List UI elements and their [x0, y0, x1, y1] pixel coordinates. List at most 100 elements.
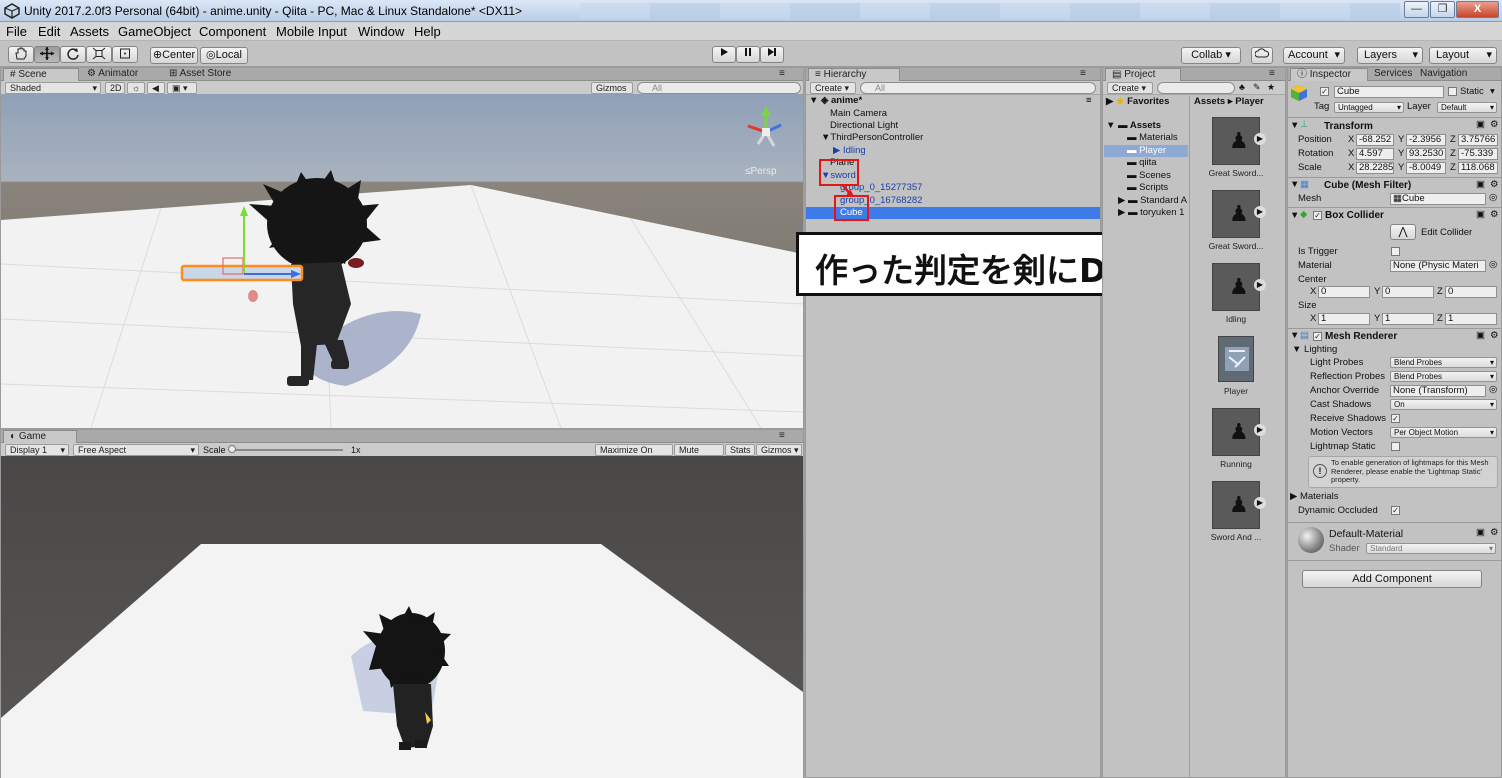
object-name-input[interactable]: Cube [1334, 86, 1444, 98]
asset-thumb-player-prefab[interactable] [1218, 336, 1254, 382]
scale-x-input[interactable]: 28.2285 [1356, 162, 1394, 174]
cast-shadows-dropdown[interactable]: On ▾ [1390, 399, 1497, 410]
effects-dropdown[interactable]: ▣ ▾ [167, 82, 197, 94]
component-gear-icon[interactable]: ⚙ [1490, 527, 1499, 539]
menu-edit[interactable]: Edit [38, 24, 60, 39]
is-trigger-checkbox[interactable] [1391, 247, 1400, 256]
play-preview-icon[interactable]: ▶ [1254, 424, 1266, 436]
center-x-input[interactable]: 0 [1318, 286, 1370, 298]
menu-help[interactable]: Help [414, 24, 441, 39]
position-z-input[interactable]: 3.75766 [1458, 134, 1498, 146]
project-search-input[interactable] [1157, 82, 1235, 94]
play-preview-icon[interactable]: ▶ [1254, 279, 1266, 291]
play-preview-icon[interactable]: ▶ [1254, 206, 1266, 218]
minimize-button[interactable]: — [1404, 1, 1429, 18]
edit-collider-button[interactable]: ⋀ [1390, 224, 1416, 240]
scale-tool-button[interactable] [86, 46, 112, 63]
help-book-icon[interactable]: ▣ [1476, 209, 1485, 221]
rotate-tool-button[interactable] [60, 46, 86, 63]
mesh-renderer-foldout[interactable]: ▼ [1290, 330, 1299, 342]
shading-mode-dropdown[interactable]: Shaded ▾ [5, 82, 101, 94]
menu-window[interactable]: Window [358, 24, 404, 39]
menu-component[interactable]: Component [199, 24, 266, 39]
hierarchy-create-dropdown[interactable]: Create ▾ [810, 82, 856, 94]
project-folder-player-selected[interactable]: ▬ Player [1104, 145, 1188, 157]
tab-inspector[interactable]: ⓘ Inspector [1290, 68, 1368, 81]
tab-animator[interactable]: ⚙ Animator [81, 68, 144, 81]
hierarchy-row-directional-light[interactable]: Directional Light [830, 120, 898, 132]
tab-project[interactable]: ▤ Project [1105, 68, 1181, 81]
position-x-input[interactable]: -68.252 [1356, 134, 1394, 146]
account-dropdown[interactable]: Account ▾ [1283, 47, 1345, 64]
game-viewport[interactable] [1, 456, 803, 778]
scene-viewport[interactable]: ≤Persp [1, 94, 803, 428]
hierarchy-row-menu-icon[interactable]: ≡ [1086, 95, 1092, 107]
project-folder-toryuken[interactable]: ▶ ▬ toryuken 1 [1118, 207, 1184, 219]
size-y-input[interactable]: 1 [1382, 313, 1434, 325]
help-book-icon[interactable]: ▣ [1476, 330, 1485, 342]
collab-button[interactable]: Collab ▾ [1181, 47, 1241, 64]
tag-dropdown[interactable]: Untagged ▾ [1334, 102, 1404, 113]
anchor-override-field[interactable]: None (Transform) [1390, 385, 1486, 397]
stats-toggle[interactable]: Stats [725, 444, 755, 456]
rotation-y-input[interactable]: 93.2530 [1406, 148, 1446, 160]
position-y-input[interactable]: -2.3956 [1406, 134, 1446, 146]
object-picker-icon[interactable]: ◎ [1489, 259, 1497, 271]
asset-thumb-great-sword-1[interactable]: ♟ [1212, 117, 1260, 165]
hierarchy-row-main-camera[interactable]: Main Camera [830, 108, 887, 120]
static-checkbox[interactable] [1448, 87, 1457, 96]
help-book-icon[interactable]: ▣ [1476, 527, 1485, 539]
hierarchy-search-input[interactable]: All [860, 82, 1096, 94]
step-button[interactable] [760, 46, 784, 63]
filter-label-icon[interactable]: ✎ [1253, 82, 1261, 93]
close-button[interactable]: X [1456, 1, 1499, 18]
pause-button[interactable] [736, 46, 760, 63]
tab-navigation[interactable]: Navigation [1414, 68, 1473, 81]
tab-game[interactable]: ◐ Game [3, 430, 77, 443]
project-favorites[interactable]: ▶ ★ Favorites [1106, 96, 1169, 108]
project-folder-materials[interactable]: ▬ Materials [1127, 132, 1178, 144]
receive-shadows-checkbox[interactable]: ✓ [1391, 414, 1400, 423]
pivot-center-toggle[interactable]: ⊕Center [150, 47, 198, 64]
dropdown-arrow-icon[interactable]: ▾ [1490, 86, 1495, 98]
lighting-foldout[interactable]: ▼ Lighting [1292, 344, 1337, 356]
maximize-button[interactable]: ❐ [1430, 1, 1455, 18]
lighting-toggle[interactable]: ☼ [127, 82, 145, 94]
project-folder-standard-assets[interactable]: ▶ ▬ Standard A [1118, 195, 1187, 207]
hand-tool-button[interactable] [8, 46, 34, 63]
tab-hierarchy[interactable]: ≡ Hierarchy [808, 68, 900, 81]
help-book-icon[interactable]: ▣ [1476, 119, 1485, 131]
scene-gizmos-dropdown[interactable]: Gizmos ▾ [591, 82, 633, 104]
layers-dropdown[interactable]: Layers ▾ [1357, 47, 1423, 64]
scale-y-input[interactable]: -8.0049 [1406, 162, 1446, 174]
panel-menu-icon[interactable]: ≡ [773, 68, 791, 81]
filter-type-icon[interactable]: ♣ [1239, 82, 1245, 92]
component-gear-icon[interactable]: ⚙ [1490, 330, 1499, 342]
project-folder-scenes[interactable]: ▬ Scenes [1127, 170, 1171, 182]
mute-audio-toggle[interactable]: Mute Audio [674, 444, 724, 466]
asset-thumb-great-sword-2[interactable]: ♟ [1212, 190, 1260, 238]
audio-toggle[interactable]: ◀ [147, 82, 165, 94]
scene-search-input[interactable]: All [637, 82, 801, 94]
menu-gameobject[interactable]: GameObject [118, 24, 191, 39]
play-button[interactable] [712, 46, 736, 63]
aspect-dropdown[interactable]: Free Aspect ▾ [73, 444, 199, 456]
scale-slider-thumb[interactable] [228, 445, 236, 453]
object-picker-icon[interactable]: ◎ [1489, 384, 1497, 396]
game-gizmos-dropdown[interactable]: Gizmos ▾ [756, 444, 802, 456]
project-assets-root[interactable]: ▼ ▬ Assets [1106, 120, 1161, 132]
2d-toggle[interactable]: 2D [105, 82, 125, 94]
box-collider-foldout[interactable]: ▼ [1290, 210, 1299, 222]
move-tool-button[interactable] [34, 46, 60, 63]
scale-z-input[interactable]: 118.068 [1458, 162, 1498, 174]
component-gear-icon[interactable]: ⚙ [1490, 179, 1499, 191]
rotation-z-input[interactable]: -75.339 [1458, 148, 1498, 160]
play-preview-icon[interactable]: ▶ [1254, 133, 1266, 145]
component-gear-icon[interactable]: ⚙ [1490, 119, 1499, 131]
hierarchy-row-idling[interactable]: ▶ Idling [833, 145, 866, 157]
lightmap-static-checkbox[interactable] [1391, 442, 1400, 451]
add-component-button[interactable]: Add Component [1302, 570, 1482, 588]
persp-label[interactable]: ≤Persp [745, 166, 777, 177]
panel-menu-icon[interactable]: ≡ [1074, 68, 1092, 81]
help-book-icon[interactable]: ▣ [1476, 179, 1485, 191]
